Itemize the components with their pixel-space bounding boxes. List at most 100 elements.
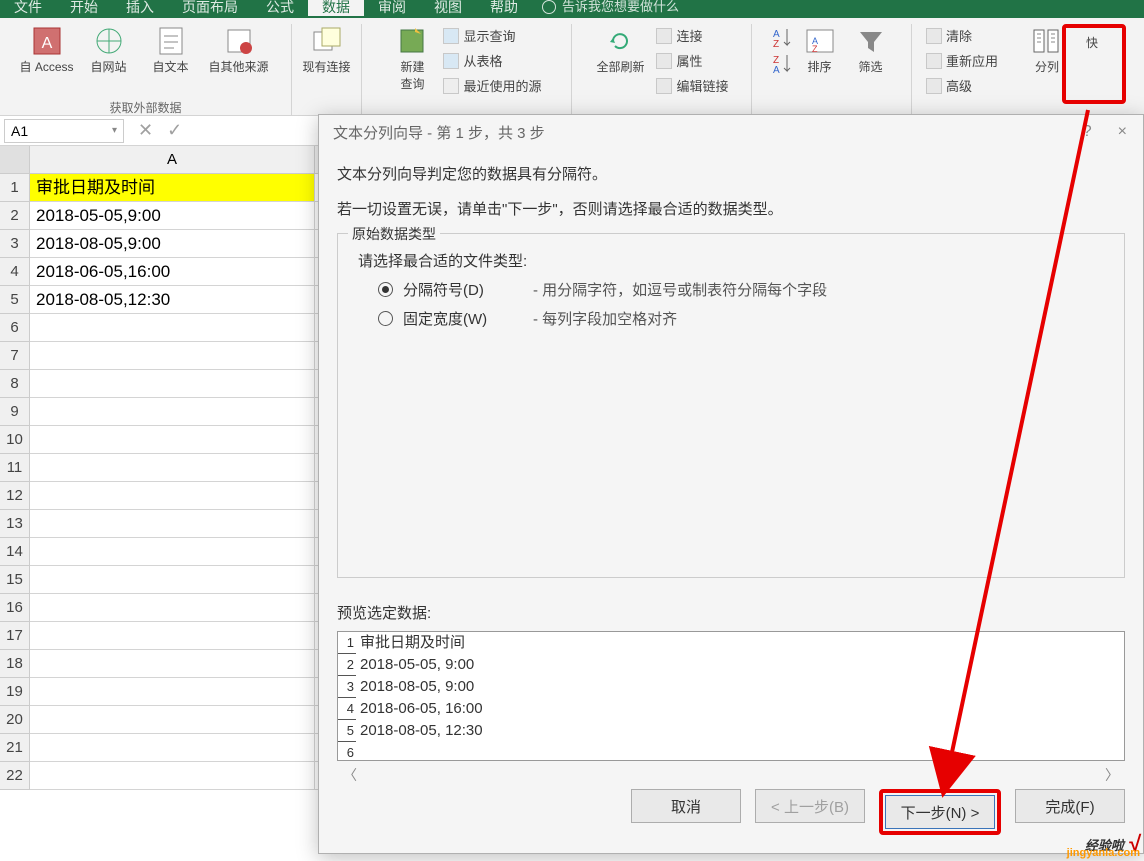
sort-za-icon[interactable]: ZA bbox=[769, 51, 793, 75]
cell[interactable] bbox=[30, 650, 315, 677]
ribbon-edit-links[interactable]: 编辑链接 bbox=[652, 74, 732, 97]
cancel-button[interactable]: 取消 bbox=[631, 789, 741, 823]
row-header[interactable]: 3 bbox=[0, 230, 29, 258]
row-header[interactable]: 14 bbox=[0, 538, 29, 566]
row-header[interactable]: 2 bbox=[0, 202, 29, 230]
ribbon-advanced[interactable]: 高级 bbox=[922, 74, 1002, 97]
ribbon-reapply[interactable]: 重新应用 bbox=[922, 49, 1002, 72]
ribbon-from-access[interactable]: A 自 Access bbox=[17, 24, 77, 75]
bulb-icon bbox=[542, 0, 556, 14]
dialog-desc-2: 若一切设置无误，请单击"下一步"，否则请选择最合适的数据类型。 bbox=[337, 198, 1125, 219]
row-header[interactable]: 8 bbox=[0, 370, 29, 398]
row-header[interactable]: 21 bbox=[0, 734, 29, 762]
cell[interactable] bbox=[30, 594, 315, 621]
row-header[interactable]: 11 bbox=[0, 454, 29, 482]
ribbon-clear[interactable]: 清除 bbox=[922, 24, 1002, 47]
ribbon-filter[interactable]: 筛选 bbox=[847, 24, 895, 75]
radio-fixed-width[interactable] bbox=[378, 311, 393, 326]
row-header[interactable]: 9 bbox=[0, 398, 29, 426]
ribbon-sort[interactable]: AZ 排序 bbox=[795, 24, 845, 75]
row-header[interactable]: 6 bbox=[0, 314, 29, 342]
cell[interactable] bbox=[30, 734, 315, 761]
cell[interactable] bbox=[30, 398, 315, 425]
ribbon-new-query[interactable]: 新建 查询 bbox=[387, 24, 437, 92]
prev-step-button[interactable]: < 上一步(B) bbox=[755, 789, 865, 823]
row-header[interactable]: 4 bbox=[0, 258, 29, 286]
row-header[interactable]: 7 bbox=[0, 342, 29, 370]
menu-data[interactable]: 数据 bbox=[308, 0, 364, 16]
ribbon-recent[interactable]: 最近使用的源 bbox=[439, 74, 545, 97]
cell[interactable] bbox=[30, 538, 315, 565]
cell[interactable]: 审批日期及时间 bbox=[30, 174, 315, 201]
ribbon-refresh-all[interactable]: 全部刷新 bbox=[590, 24, 650, 75]
radio-delimited[interactable] bbox=[378, 282, 393, 297]
dialog-help-button[interactable]: ? bbox=[1083, 123, 1092, 141]
menu-view[interactable]: 视图 bbox=[420, 0, 476, 16]
row-header[interactable]: 16 bbox=[0, 594, 29, 622]
cell[interactable]: 2018-05-05,9:00 bbox=[30, 202, 315, 229]
row-header[interactable]: 19 bbox=[0, 678, 29, 706]
ribbon-text-to-columns[interactable]: 分列 bbox=[1022, 24, 1072, 75]
row-header[interactable]: 15 bbox=[0, 566, 29, 594]
row-headers: 12345678910111213141516171819202122 bbox=[0, 146, 30, 790]
cell[interactable] bbox=[30, 762, 315, 789]
cell[interactable] bbox=[30, 342, 315, 369]
dialog-close-button[interactable]: × bbox=[1118, 123, 1127, 141]
ribbon-from-web[interactable]: 自网站 bbox=[79, 24, 139, 75]
row-header[interactable]: 1 bbox=[0, 174, 29, 202]
cell[interactable] bbox=[30, 678, 315, 705]
row-header[interactable]: 13 bbox=[0, 510, 29, 538]
menu-file[interactable]: 文件 bbox=[0, 0, 56, 16]
ribbon-existing-conn[interactable]: 现有连接 bbox=[297, 24, 357, 75]
row-header[interactable]: 5 bbox=[0, 286, 29, 314]
menu-formula[interactable]: 公式 bbox=[252, 0, 308, 16]
filter-icon bbox=[854, 24, 888, 58]
cancel-icon[interactable]: ✕ bbox=[138, 120, 153, 141]
cell[interactable] bbox=[30, 426, 315, 453]
sort-az-icon[interactable]: AZ bbox=[769, 25, 793, 49]
row-header[interactable]: 20 bbox=[0, 706, 29, 734]
next-step-button[interactable]: 下一步(N) > bbox=[885, 795, 995, 829]
cell[interactable] bbox=[30, 314, 315, 341]
finish-button[interactable]: 完成(F) bbox=[1015, 789, 1125, 823]
cell[interactable] bbox=[30, 706, 315, 733]
select-all-corner[interactable] bbox=[0, 146, 29, 174]
menu-insert[interactable]: 插入 bbox=[112, 0, 168, 16]
ribbon-from-other[interactable]: 自其他来源 bbox=[203, 24, 275, 75]
tell-me[interactable]: 告诉我您想要做什么 bbox=[532, 0, 689, 14]
menu-help[interactable]: 帮助 bbox=[476, 0, 532, 16]
name-box-value: A1 bbox=[11, 123, 28, 139]
cell[interactable] bbox=[30, 370, 315, 397]
name-box[interactable]: A1 ▾ bbox=[4, 119, 124, 143]
cell[interactable]: 2018-06-05,16:00 bbox=[30, 258, 315, 285]
cell[interactable] bbox=[30, 510, 315, 537]
svg-text:Z: Z bbox=[773, 39, 779, 49]
row-header[interactable]: 10 bbox=[0, 426, 29, 454]
row-header[interactable]: 17 bbox=[0, 622, 29, 650]
row-header[interactable]: 18 bbox=[0, 650, 29, 678]
cell[interactable]: 2018-08-05,9:00 bbox=[30, 230, 315, 257]
cell[interactable] bbox=[30, 566, 315, 593]
cell[interactable] bbox=[30, 454, 315, 481]
cell[interactable]: 2018-08-05,12:30 bbox=[30, 286, 315, 313]
cell[interactable] bbox=[30, 482, 315, 509]
preview-hscroll[interactable]: 〈〉 bbox=[337, 761, 1125, 789]
confirm-icon[interactable]: ✓ bbox=[167, 120, 182, 141]
menu-review[interactable]: 审阅 bbox=[364, 0, 420, 16]
ribbon-properties[interactable]: 属性 bbox=[652, 49, 732, 72]
preview-line: 6 bbox=[338, 742, 1124, 761]
access-icon: A bbox=[30, 24, 64, 58]
ribbon-connections[interactable]: 连接 bbox=[652, 24, 732, 47]
dropdown-icon[interactable]: ▾ bbox=[112, 125, 117, 136]
cell[interactable] bbox=[30, 622, 315, 649]
row-header[interactable]: 22 bbox=[0, 762, 29, 790]
menu-layout[interactable]: 页面布局 bbox=[168, 0, 252, 16]
preview-label: 预览选定数据: bbox=[337, 602, 1125, 623]
ribbon-show-query[interactable]: 显示查询 bbox=[439, 24, 545, 47]
ribbon-from-text[interactable]: 自文本 bbox=[141, 24, 201, 75]
preview-pane: 1审批日期及时间22018-05-05, 9:0032018-08-05, 9:… bbox=[337, 631, 1125, 761]
col-header-A[interactable]: A bbox=[30, 146, 315, 173]
menu-start[interactable]: 开始 bbox=[56, 0, 112, 16]
ribbon-from-table[interactable]: 从表格 bbox=[439, 49, 545, 72]
row-header[interactable]: 12 bbox=[0, 482, 29, 510]
